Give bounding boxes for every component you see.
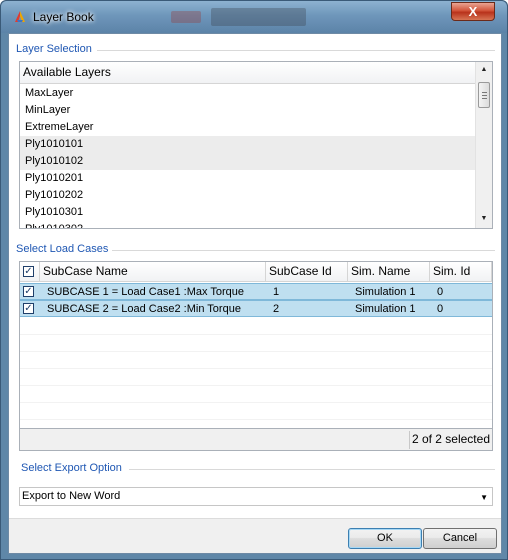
title-bar[interactable]: Layer Book X	[1, 1, 507, 33]
background-window-ghost	[211, 8, 306, 26]
sim-id: 0	[437, 286, 444, 298]
select-all-checkbox[interactable]: ✓	[23, 266, 34, 277]
load-cases-header: ✓ SubCase Name SubCase Id Sim. Name Sim.…	[20, 262, 492, 282]
available-layers-header: Available Layers	[20, 62, 475, 84]
section-divider	[129, 469, 495, 470]
col-sim-id[interactable]: Sim. Id	[430, 262, 492, 282]
row-checkbox[interactable]: ✓	[23, 303, 34, 314]
layers-scrollbar[interactable]: ▲ ▼	[475, 62, 492, 228]
dialog-client-area: Layer Selection Available Layers MaxLaye…	[8, 33, 502, 554]
list-item[interactable]: Ply1010302	[20, 221, 475, 228]
window-title: Layer Book	[33, 10, 94, 24]
select-export-option-label: Select Export Option	[21, 462, 122, 474]
sim-name: Simulation 1	[355, 286, 416, 298]
cancel-button[interactable]: Cancel	[423, 528, 497, 549]
layer-selection-label: Layer Selection	[16, 43, 92, 55]
list-item[interactable]: ExtremeLayer	[20, 119, 475, 136]
load-cases-table[interactable]: ✓ SubCase Name SubCase Id Sim. Name Sim.…	[19, 261, 493, 429]
list-item[interactable]: MinLayer	[20, 102, 475, 119]
row-checkbox[interactable]: ✓	[23, 286, 34, 297]
selection-status-bar: 2 of 2 selected	[19, 429, 493, 451]
list-item[interactable]: Ply1010202	[20, 187, 475, 204]
scroll-up-icon[interactable]: ▲	[476, 62, 492, 78]
sim-id: 0	[437, 303, 444, 315]
table-row[interactable]: ✓ SUBCASE 1 = Load Case1 :Max Torque 1 S…	[20, 283, 492, 300]
scroll-down-icon[interactable]: ▼	[476, 211, 492, 227]
scroll-thumb[interactable]	[478, 82, 490, 108]
dialog-footer: OK Cancel	[9, 518, 501, 553]
export-option-dropdown[interactable]: Export to New Word ▼	[19, 487, 493, 506]
col-subcase-name[interactable]: SubCase Name	[40, 262, 266, 282]
col-subcase-id[interactable]: SubCase Id	[266, 262, 348, 282]
list-item[interactable]: MaxLayer	[20, 85, 475, 102]
selection-count: 2 of 2 selected	[411, 432, 490, 446]
ok-button[interactable]: OK	[348, 528, 422, 549]
layer-book-window: Layer Book X Layer Selection Available L…	[0, 0, 508, 560]
col-sim-name[interactable]: Sim. Name	[348, 262, 430, 282]
available-layers-list[interactable]: Available Layers MaxLayer MinLayer Extreme…	[19, 61, 493, 229]
table-row[interactable]: ✓ SUBCASE 2 = Load Case2 :Min Torque 2 S…	[20, 300, 492, 317]
chevron-down-icon[interactable]: ▼	[480, 489, 488, 506]
subcase-name: SUBCASE 2 = Load Case2 :Min Torque	[47, 303, 241, 315]
select-load-cases-label: Select Load Cases	[16, 243, 109, 255]
background-window-ghost	[171, 11, 201, 23]
list-item[interactable]: Ply1010102	[20, 153, 475, 170]
subcase-id: 2	[273, 303, 280, 315]
list-item[interactable]: Ply1010301	[20, 204, 475, 221]
subcase-name: SUBCASE 1 = Load Case1 :Max Torque	[47, 286, 244, 298]
subcase-id: 1	[273, 286, 280, 298]
section-divider	[97, 50, 495, 51]
list-item[interactable]: Ply1010201	[20, 170, 475, 187]
app-logo-icon	[15, 11, 25, 22]
list-item[interactable]: Ply1010101	[20, 136, 475, 153]
sim-name: Simulation 1	[355, 303, 416, 315]
close-button[interactable]: X	[451, 2, 495, 21]
section-divider	[112, 250, 495, 251]
export-option-value: Export to New Word	[22, 490, 121, 502]
